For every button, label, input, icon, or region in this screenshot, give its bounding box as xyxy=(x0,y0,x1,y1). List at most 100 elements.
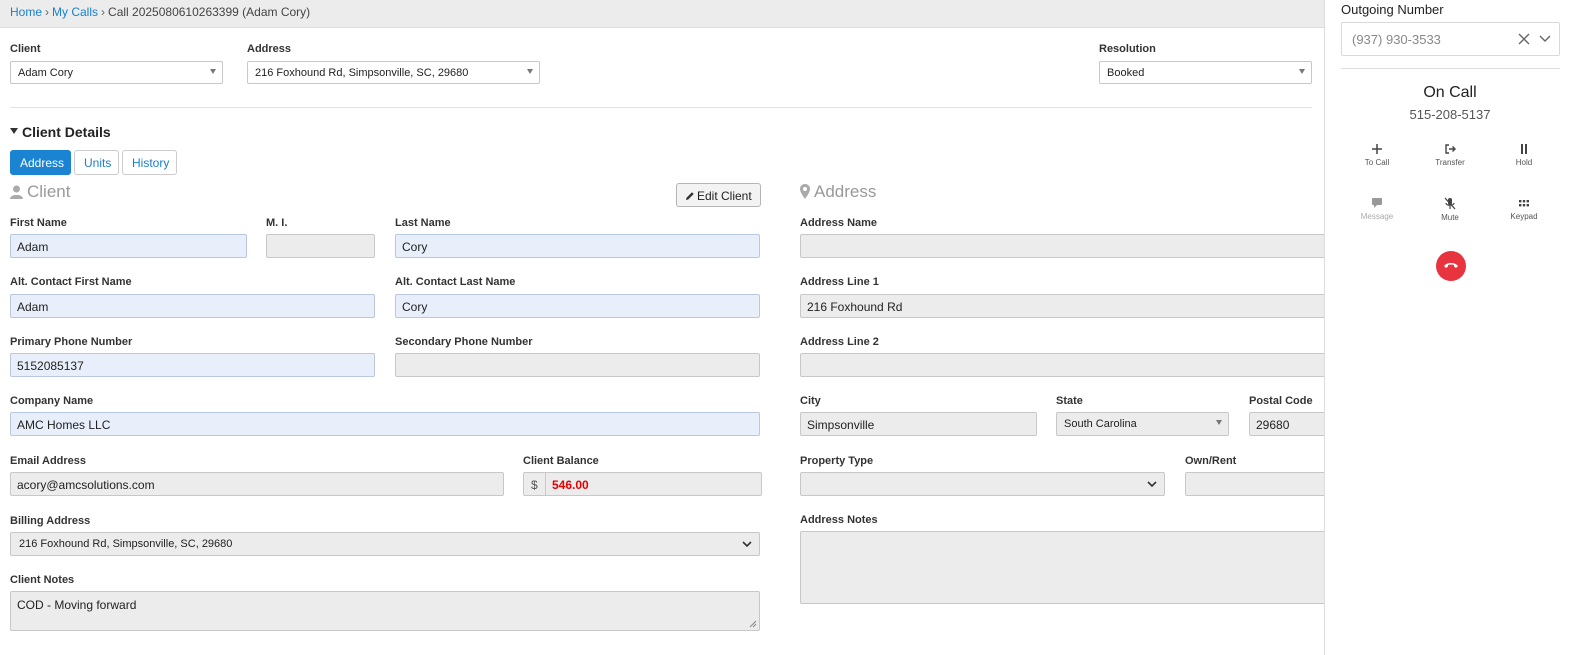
client-select-value: Adam Cory xyxy=(18,67,74,79)
tab-history[interactable]: History xyxy=(122,150,177,175)
address-line2-field[interactable] xyxy=(800,353,1330,377)
address-name-label: Address Name xyxy=(800,217,878,229)
caret-down-icon xyxy=(1299,69,1305,74)
resize-grip-icon[interactable] xyxy=(749,620,757,628)
message-button[interactable]: Message xyxy=(1347,197,1407,221)
keypad-label: Keypad xyxy=(1510,212,1538,221)
breadcrumb-home-link[interactable]: Home xyxy=(10,5,42,19)
hold-label: Hold xyxy=(1515,158,1533,167)
outgoing-number-select[interactable]: (937) 930-3533 xyxy=(1341,22,1560,56)
client-balance-field[interactable]: 546.00 xyxy=(545,472,762,496)
alt-last-name-label: Alt. Contact Last Name xyxy=(395,276,516,288)
postal-code-field[interactable]: 29680 xyxy=(1249,412,1329,436)
address-select-value: 216 Foxhound Rd, Simpsonville, SC, 29680 xyxy=(255,67,469,79)
last-name-label: Last Name xyxy=(395,217,451,229)
client-panel-title: Client xyxy=(10,182,70,202)
mute-label: Mute xyxy=(1441,213,1459,222)
mute-button[interactable]: Mute xyxy=(1420,197,1480,222)
state-select-value: South Carolina xyxy=(1064,418,1137,430)
breadcrumb: Home › My Calls › Call 2025080610263399 (Ada… xyxy=(10,5,310,19)
address-line1-field[interactable]: 216 Foxhound Rd xyxy=(800,294,1330,318)
caret-down-icon xyxy=(10,128,18,134)
caret-down-icon xyxy=(1216,420,1222,425)
client-notes-value: COD - Moving forward xyxy=(17,598,137,612)
tab-units[interactable]: Units xyxy=(74,150,119,175)
first-name-label: First Name xyxy=(10,217,67,229)
client-balance-label: Client Balance xyxy=(523,455,599,467)
resolution-select[interactable]: Booked xyxy=(1099,61,1312,84)
message-label: Message xyxy=(1360,212,1394,221)
outgoing-number-label: Outgoing Number xyxy=(1341,2,1444,17)
hangup-button[interactable] xyxy=(1436,251,1466,281)
client-notes-textarea[interactable]: COD - Moving forward xyxy=(10,591,760,631)
address-panel-title: Address xyxy=(800,182,876,202)
own-rent-field[interactable] xyxy=(1185,472,1330,496)
mic-off-icon xyxy=(1444,197,1456,210)
breadcrumb-separator: › xyxy=(101,5,106,19)
transfer-icon xyxy=(1445,144,1456,154)
transfer-label: Transfer xyxy=(1435,158,1465,167)
primary-phone-field[interactable]: 5152085137 xyxy=(10,353,375,377)
keypad-icon xyxy=(1519,200,1529,207)
client-label: Client xyxy=(10,43,41,55)
mi-label: M. I. xyxy=(266,217,288,229)
client-select[interactable]: Adam Cory xyxy=(10,61,223,84)
pause-icon xyxy=(1521,144,1527,154)
last-name-field[interactable]: Cory xyxy=(395,234,760,258)
first-name-field[interactable]: Adam xyxy=(10,234,247,258)
address-notes-textarea[interactable] xyxy=(800,531,1330,604)
to-call-label: To Call xyxy=(1364,158,1390,167)
tab-address[interactable]: Address xyxy=(10,150,71,175)
state-select[interactable]: South Carolina xyxy=(1056,412,1229,436)
primary-phone-label: Primary Phone Number xyxy=(10,336,133,348)
hold-button[interactable]: Hold xyxy=(1494,143,1554,167)
client-balance-value: 546.00 xyxy=(552,478,589,492)
call-number: 515-208-5137 xyxy=(1409,107,1491,122)
client-panel-title-text: Client xyxy=(27,182,71,201)
secondary-phone-field[interactable] xyxy=(395,353,760,377)
alt-first-name-label: Alt. Contact First Name xyxy=(10,276,132,288)
edit-client-button[interactable]: Edit Client xyxy=(676,183,761,207)
address-select[interactable]: 216 Foxhound Rd, Simpsonville, SC, 29680 xyxy=(247,61,540,84)
breadcrumb-my-calls-link[interactable]: My Calls xyxy=(52,5,98,19)
alt-last-name-field[interactable]: Cory xyxy=(395,294,760,318)
phone-hangup-icon xyxy=(1444,263,1458,268)
currency-addon: $ xyxy=(523,472,545,496)
transfer-button[interactable]: Transfer xyxy=(1420,143,1480,167)
property-type-select[interactable] xyxy=(800,472,1165,496)
call-panel: Outgoing Number (937) 930-3533 On Call 5… xyxy=(1324,0,1584,655)
resolution-label: Resolution xyxy=(1099,43,1156,55)
divider xyxy=(10,107,1312,108)
billing-address-select[interactable]: 216 Foxhound Rd, Simpsonville, SC, 29680 xyxy=(10,532,760,556)
caret-down-icon xyxy=(527,69,533,74)
chevron-down-icon[interactable] xyxy=(1539,34,1551,44)
postal-code-label: Postal Code xyxy=(1249,395,1313,407)
email-label: Email Address xyxy=(10,455,87,467)
email-field[interactable]: acory@amcsolutions.com xyxy=(10,472,504,496)
edit-client-button-label: Edit Client xyxy=(697,189,752,203)
message-icon xyxy=(1372,198,1382,208)
address-line1-label: Address Line 1 xyxy=(800,276,879,288)
city-field[interactable]: Simpsonville xyxy=(800,412,1037,436)
breadcrumb-separator: › xyxy=(45,5,50,19)
alt-first-name-field[interactable]: Adam xyxy=(10,294,375,318)
divider xyxy=(1341,68,1560,69)
company-name-label: Company Name xyxy=(10,395,94,407)
state-label: State xyxy=(1056,395,1083,407)
clear-icon[interactable] xyxy=(1518,33,1530,45)
city-label: City xyxy=(800,395,821,407)
user-icon xyxy=(10,185,23,199)
mi-field[interactable] xyxy=(266,234,375,258)
client-notes-label: Client Notes xyxy=(10,574,75,586)
address-name-field[interactable] xyxy=(800,234,1330,258)
client-details-toggle[interactable]: Client Details xyxy=(10,124,111,140)
keypad-button[interactable]: Keypad xyxy=(1494,197,1554,221)
caret-down-icon xyxy=(210,69,216,74)
company-name-field[interactable]: AMC Homes LLC xyxy=(10,412,760,436)
breadcrumb-bar: Home › My Calls › Call 2025080610263399 (Ada… xyxy=(0,0,1336,28)
address-notes-label: Address Notes xyxy=(800,514,878,526)
to-call-button[interactable]: To Call xyxy=(1347,143,1407,167)
outgoing-number-value: (937) 930-3533 xyxy=(1352,32,1441,47)
own-rent-label: Own/Rent xyxy=(1185,455,1237,467)
billing-address-label: Billing Address xyxy=(10,515,91,527)
